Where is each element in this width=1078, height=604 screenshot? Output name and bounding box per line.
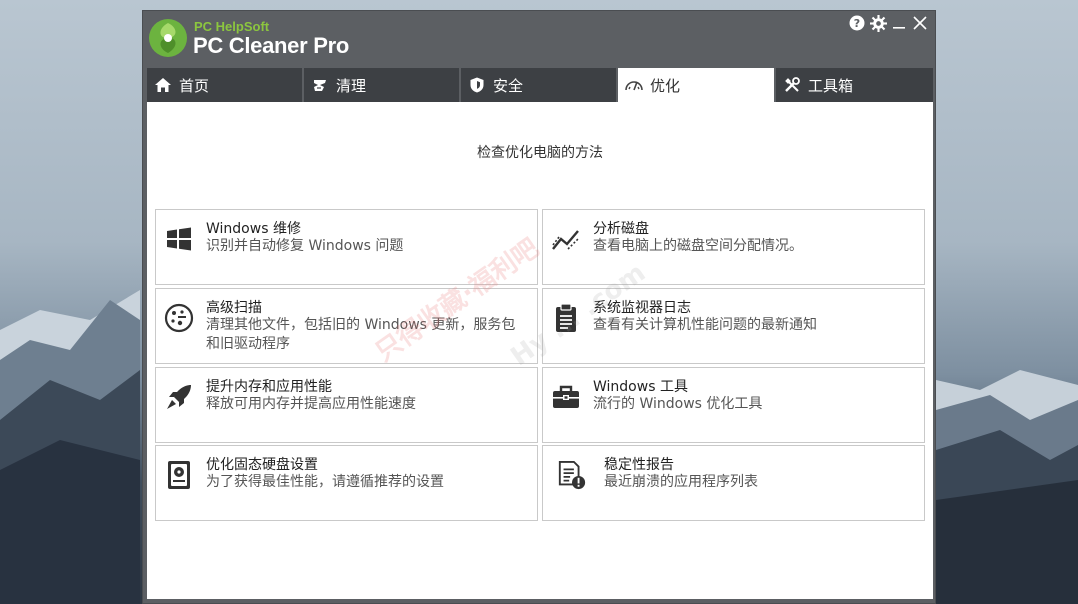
app-window: PC HelpSoft PC Cleaner Pro ? 首页 清理 安全 优化… xyxy=(142,10,936,604)
card-analyze-disk[interactable]: 分析磁盘 查看电脑上的磁盘空间分配情况。 xyxy=(542,209,925,285)
app-title: PC Cleaner Pro xyxy=(193,33,349,58)
speedometer-icon xyxy=(624,75,644,95)
card-title: 提升内存和应用性能 xyxy=(206,379,332,395)
card-windows-repair[interactable]: Windows 维修 识别并自动修复 Windows 问题 xyxy=(155,209,538,285)
tab-label: 安全 xyxy=(493,76,524,95)
home-icon xyxy=(153,75,173,95)
tab-label: 首页 xyxy=(179,76,210,95)
tab-label: 清理 xyxy=(336,76,367,95)
tab-label: 工具箱 xyxy=(808,76,854,95)
card-description: 清理其他文件，包括旧的 Windows 更新，服务包和旧驱动程序 xyxy=(206,317,516,352)
tab-security[interactable]: 安全 xyxy=(461,68,618,102)
broom-icon xyxy=(310,75,330,95)
card-description: 查看有关计算机性能问题的最新通知 xyxy=(593,317,817,333)
card-title: 高级扫描 xyxy=(206,300,262,316)
windows-icon xyxy=(164,224,194,254)
card-title: Windows 工具 xyxy=(593,379,688,395)
svg-text:?: ? xyxy=(854,17,860,30)
report-icon xyxy=(557,460,587,490)
card-description: 查看电脑上的磁盘空间分配情况。 xyxy=(593,238,803,254)
card-ssd-settings[interactable]: 优化固态硬盘设置 为了获得最佳性能，请遵循推荐的设置 xyxy=(155,445,538,521)
card-description: 释放可用内存并提高应用性能速度 xyxy=(206,396,416,412)
ssd-icon xyxy=(164,460,194,490)
tools-icon xyxy=(782,75,802,95)
scan-icon xyxy=(164,303,194,333)
tab-clean[interactable]: 清理 xyxy=(304,68,461,102)
main-tabs: 首页 清理 安全 优化 工具箱 xyxy=(147,68,933,102)
tab-optimize[interactable]: 优化 xyxy=(618,68,776,102)
tab-label: 优化 xyxy=(650,76,681,95)
pc-helpsoft-logo xyxy=(149,19,187,57)
card-title: 稳定性报告 xyxy=(604,457,674,473)
chart-line-icon xyxy=(551,224,581,254)
optimize-panel: 检查优化电脑的方法 Windows 维修 识别并自动修复 Windows 问题 … xyxy=(147,102,933,599)
card-title: 系统监视器日志 xyxy=(593,300,691,316)
window-controls: ? xyxy=(848,13,929,33)
card-stability-report[interactable]: 稳定性报告 最近崩溃的应用程序列表 xyxy=(542,445,925,521)
gear-icon[interactable] xyxy=(869,13,887,33)
help-icon[interactable]: ? xyxy=(848,13,866,33)
close-icon[interactable] xyxy=(911,13,929,33)
card-boost-memory[interactable]: 提升内存和应用性能 释放可用内存并提高应用性能速度 xyxy=(155,367,538,443)
card-description: 最近崩溃的应用程序列表 xyxy=(604,474,758,490)
card-title: 优化固态硬盘设置 xyxy=(206,457,318,473)
shield-icon xyxy=(467,75,487,95)
card-title: 分析磁盘 xyxy=(593,221,649,237)
toolbox-icon xyxy=(551,382,581,412)
minimize-icon[interactable] xyxy=(890,13,908,33)
card-title: Windows 维修 xyxy=(206,221,301,237)
card-description: 流行的 Windows 优化工具 xyxy=(593,396,763,412)
brand-company: PC HelpSoft xyxy=(194,19,270,34)
card-system-monitor-log[interactable]: 系统监视器日志 查看有关计算机性能问题的最新通知 xyxy=(542,288,925,364)
card-windows-tools[interactable]: Windows 工具 流行的 Windows 优化工具 xyxy=(542,367,925,443)
card-description: 为了获得最佳性能，请遵循推荐的设置 xyxy=(206,474,444,490)
tab-home[interactable]: 首页 xyxy=(147,68,304,102)
clipboard-icon xyxy=(551,303,581,333)
page-subtitle: 检查优化电脑的方法 xyxy=(477,145,603,161)
rocket-icon xyxy=(164,382,194,412)
card-description: 识别并自动修复 Windows 问题 xyxy=(206,238,404,254)
card-advanced-scan[interactable]: 高级扫描 清理其他文件，包括旧的 Windows 更新，服务包和旧驱动程序 xyxy=(155,288,538,364)
tab-toolbox[interactable]: 工具箱 xyxy=(776,68,933,102)
title-bar[interactable]: PC HelpSoft PC Cleaner Pro ? xyxy=(143,11,935,67)
